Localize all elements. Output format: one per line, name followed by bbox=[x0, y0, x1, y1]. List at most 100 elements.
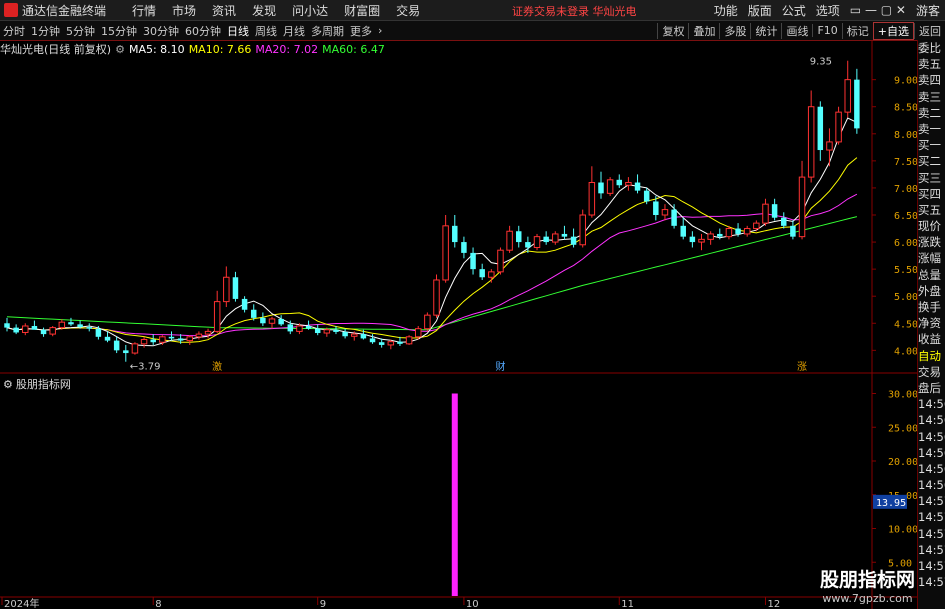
side-label: 14:56 bbox=[918, 461, 945, 476]
candle-body bbox=[689, 236, 696, 243]
high-price-marker: 9.35 bbox=[810, 57, 832, 68]
candle-body bbox=[561, 233, 568, 237]
side-label: 自动 bbox=[918, 348, 941, 363]
indicator-tick-label: 20.00 bbox=[888, 457, 918, 468]
side-label: 14:56 bbox=[918, 397, 945, 412]
candle-body bbox=[77, 324, 83, 328]
side-label: 买一 bbox=[918, 138, 941, 153]
side-label: 卖一 bbox=[918, 121, 941, 136]
event-marker: 涨 bbox=[797, 361, 807, 373]
candle-body bbox=[31, 325, 38, 330]
event-marker: 激 bbox=[212, 360, 222, 373]
side-label: 换手 bbox=[918, 300, 941, 314]
candle-body bbox=[195, 333, 203, 338]
side-label: 14:57 bbox=[918, 510, 945, 525]
candle-body bbox=[49, 327, 56, 335]
candle-body bbox=[378, 342, 385, 345]
side-label: 卖四 bbox=[918, 73, 941, 88]
candle-body bbox=[506, 230, 513, 251]
candle-body bbox=[4, 323, 10, 328]
side-label: 总量 bbox=[918, 267, 941, 282]
candle-body bbox=[717, 233, 723, 237]
candle-body bbox=[40, 329, 47, 335]
settings-gear-icon[interactable]: ⚙ bbox=[3, 378, 13, 391]
candle-body bbox=[671, 209, 677, 226]
side-label: 14:57 bbox=[918, 542, 945, 557]
candle-body bbox=[735, 228, 741, 234]
candle-body bbox=[296, 325, 303, 332]
candle-body bbox=[488, 271, 495, 278]
side-label: 卖五 bbox=[918, 57, 941, 72]
side-label: 净资 bbox=[918, 316, 941, 331]
price-tick-label: 8.00 bbox=[894, 130, 918, 141]
candle-body bbox=[86, 327, 92, 329]
candle-body bbox=[698, 238, 705, 243]
indicator-tick-label: 30.00 bbox=[888, 390, 918, 401]
candle-body bbox=[58, 321, 66, 329]
candle-body bbox=[314, 328, 321, 334]
side-label: 卖三 bbox=[918, 89, 941, 104]
side-label: 买三 bbox=[918, 170, 941, 185]
price-tick-label: 4.50 bbox=[894, 319, 918, 330]
candle-body bbox=[516, 231, 522, 243]
side-label: 买四 bbox=[918, 186, 941, 201]
side-label: 14:57 bbox=[918, 559, 945, 573]
side-label: 现价 bbox=[918, 219, 941, 234]
candle-body bbox=[433, 279, 440, 316]
candle-body bbox=[268, 318, 276, 324]
event-marker: 财 bbox=[495, 360, 505, 373]
candle-body bbox=[168, 336, 175, 339]
candle-body bbox=[826, 141, 833, 151]
kline-chart[interactable]: 9.00 8.50 8.00 7.50 7.00 6.50 6.00 5.50 5.00 4.50… bbox=[0, 0, 945, 609]
candle-body bbox=[278, 318, 284, 325]
candle-body bbox=[762, 203, 769, 224]
candle-body bbox=[653, 201, 659, 215]
ma20-line bbox=[6, 193, 858, 337]
side-label: 交易 bbox=[918, 364, 941, 379]
candle-body bbox=[405, 336, 413, 345]
candle-body bbox=[123, 350, 129, 354]
candle-body bbox=[305, 325, 312, 329]
time-tick-label: 8 bbox=[155, 599, 161, 609]
price-tick-label: 9.00 bbox=[894, 76, 918, 87]
candle-body bbox=[588, 182, 596, 216]
side-label: 买二 bbox=[918, 154, 941, 169]
candle-body bbox=[807, 106, 815, 178]
side-label: 14:56 bbox=[918, 413, 945, 428]
time-tick-label: 9 bbox=[320, 599, 326, 609]
candle-body bbox=[287, 324, 294, 332]
price-tick-label: 6.50 bbox=[894, 211, 918, 222]
candle-body bbox=[835, 111, 842, 143]
candle-body bbox=[643, 190, 650, 202]
side-label: 盘后 bbox=[918, 380, 941, 395]
watermark: 股朋指标网 www.7gpzb.com bbox=[820, 565, 915, 605]
side-label: 14:56 bbox=[918, 478, 945, 493]
watermark-title: 股朋指标网 bbox=[819, 569, 915, 591]
candle-body bbox=[414, 328, 422, 338]
candle-body bbox=[533, 236, 541, 248]
quote-side-panel: 委比 卖五 卖四 卖三 卖二 卖一 买一 买二 买三 买四 买五 现价 涨跌 涨幅 总量 外盘 换手 净资 收益 自动… bbox=[917, 40, 945, 609]
side-label: 外盘 bbox=[918, 283, 941, 298]
candle-body bbox=[387, 341, 395, 346]
price-tick-label: 8.50 bbox=[894, 103, 918, 114]
candle-body bbox=[323, 329, 331, 334]
candle-body bbox=[342, 331, 348, 337]
candle-body bbox=[113, 340, 120, 351]
side-label: 涨幅 bbox=[918, 251, 941, 266]
side-label: 涨跌 bbox=[918, 235, 941, 250]
candle-body bbox=[470, 252, 476, 270]
candle-body bbox=[616, 179, 623, 186]
candle-body bbox=[250, 309, 257, 318]
candle-body bbox=[570, 236, 577, 245]
candle-body bbox=[397, 341, 403, 344]
time-tick-label: 10 bbox=[466, 599, 479, 609]
price-tick-label: 4.00 bbox=[894, 346, 918, 357]
side-label: 收益 bbox=[918, 332, 941, 347]
candle-body bbox=[707, 233, 714, 240]
candle-body bbox=[232, 277, 239, 299]
candle-body bbox=[13, 327, 19, 333]
candle-body bbox=[661, 209, 669, 216]
candle-body bbox=[817, 106, 824, 151]
price-tick-label: 5.50 bbox=[894, 265, 918, 276]
candle-body bbox=[177, 338, 184, 341]
